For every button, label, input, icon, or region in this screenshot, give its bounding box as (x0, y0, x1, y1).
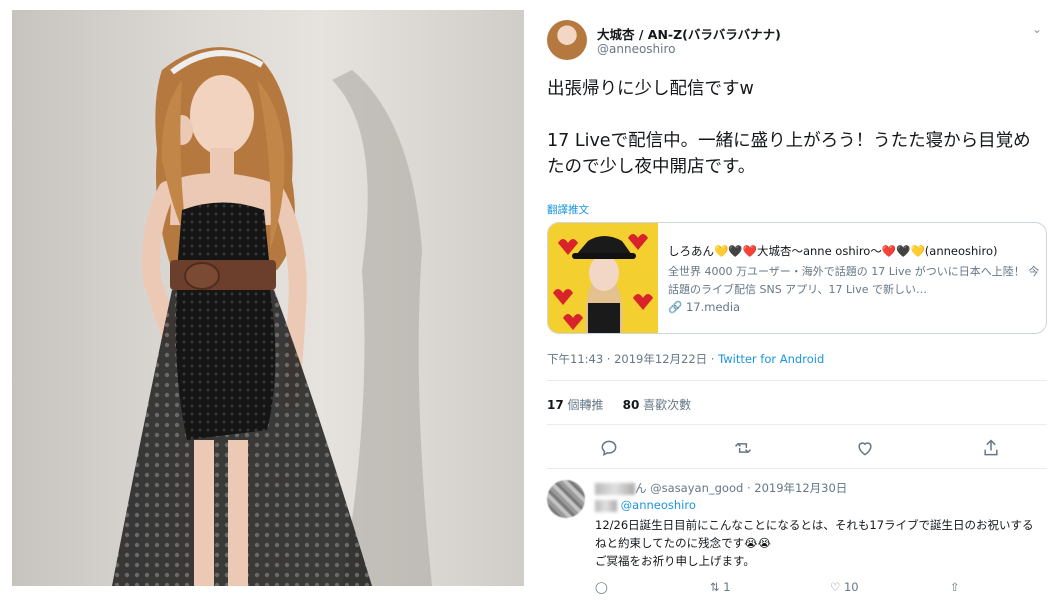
reply-header: ん @sasayan_good · 2019年12月30日 (595, 480, 847, 496)
author-avatar[interactable] (547, 20, 587, 60)
reply-text: 12/26日誕生日目前にこんなことになるとは、それも17ライブで誕生日のお祝いす… (595, 516, 1045, 570)
tweet-actions (547, 438, 1047, 462)
reply-like-icon: ♡ (830, 580, 841, 594)
divider (547, 380, 1047, 381)
tweet-timestamp[interactable]: 下午11:43 · 2019年12月22日 · (547, 352, 718, 366)
card-thumbnail (548, 223, 658, 333)
woman-photo (112, 47, 432, 586)
author-handle[interactable]: @anneoshiro (597, 42, 676, 56)
divider (547, 468, 1047, 469)
reply-text-line1: 12/26日誕生日目前にこんなことになるとは、それも17ライブで誕生日のお祝いす… (595, 518, 1034, 550)
reply-name-suffix[interactable]: ん (635, 481, 647, 495)
link-icon: 🔗 (668, 300, 683, 314)
mention-link[interactable]: @anneoshiro (621, 498, 696, 512)
like-label: 喜歡次數 (639, 398, 692, 412)
retweet-icon[interactable] (733, 438, 757, 462)
blurred-label (595, 499, 617, 512)
card-description: 全世界 4000 万ユーザー・海外で話題の 17 Live がついに日本へ上陸！… (668, 265, 1040, 296)
card-domain-text: 17.media (685, 300, 741, 314)
tweet-meta: 下午11:43 · 2019年12月22日 · Twitter for Andr… (547, 351, 824, 367)
reply-handle-date[interactable]: @sasayan_good · 2019年12月30日 (650, 481, 847, 495)
reply-reply-icon[interactable]: ◯ (595, 580, 608, 594)
photo-panel (12, 10, 524, 586)
retweet-label: 個轉推 (563, 398, 604, 412)
reply-text-line2: ご冥福をお祈り申し上げます。 (595, 554, 755, 568)
card-title: しろあん💛🖤❤️大城杏～anne oshiro～❤️🖤💛(anneoshiro) (668, 244, 998, 258)
reply-like-count: 10 (843, 580, 859, 594)
like-count: 80 (622, 398, 640, 412)
tweet-text: 出張帰りに少し配信ですw 17 Liveで配信中。一緒に盛り上がろう！うたた寝か… (547, 76, 1047, 180)
tweet-text-line1: 出張帰りに少し配信ですw (547, 79, 754, 99)
retweet-count: 17 (547, 398, 564, 412)
like-icon[interactable] (855, 438, 879, 462)
link-card[interactable]: しろあん💛🖤❤️大城杏～anne oshiro～❤️🖤💛(anneoshiro)… (547, 222, 1047, 334)
reply-retweet-icon: ⇅ (710, 580, 720, 594)
share-icon[interactable] (981, 438, 1005, 462)
reply-icon[interactable] (599, 438, 623, 462)
translate-link[interactable]: 翻譯推文 (547, 202, 589, 217)
reply-retweet-button[interactable]: ⇅ 1 (710, 580, 731, 594)
reply-retweet-count: 1 (723, 580, 731, 594)
reply-actions: ◯ ⇅ 1 ♡ 10 ⇧ (595, 580, 1045, 600)
retweet-stat[interactable]: 17 個轉推 (547, 398, 604, 412)
reply-avatar[interactable] (547, 480, 585, 518)
chevron-down-icon[interactable]: ⌄ (1032, 22, 1042, 36)
like-stat[interactable]: 80 喜歡次數 (623, 398, 692, 412)
author-name[interactable]: 大城杏 / AN-Z(バラバラバナナ) (597, 24, 781, 43)
reply-share-icon[interactable]: ⇧ (950, 580, 960, 594)
reply-like-button[interactable]: ♡ 10 (830, 580, 859, 594)
source-app[interactable]: Twitter for Android (718, 352, 824, 366)
tweet-panel: 大城杏 / AN-Z(バラバラバナナ) @anneoshiro ⌄ 出張帰りに少… (535, 10, 1050, 596)
tweet-text-line2: 17 Liveで配信中。一緒に盛り上がろう！うたた寝から目覚めたので少し夜中開店… (547, 131, 1031, 177)
tweet-stats: 17 個轉推 80 喜歡次數 (547, 396, 691, 413)
card-domain: 🔗 17.media (668, 300, 740, 314)
divider (547, 424, 1047, 425)
blurred-name (595, 482, 635, 495)
replying-to: @anneoshiro (595, 498, 696, 512)
